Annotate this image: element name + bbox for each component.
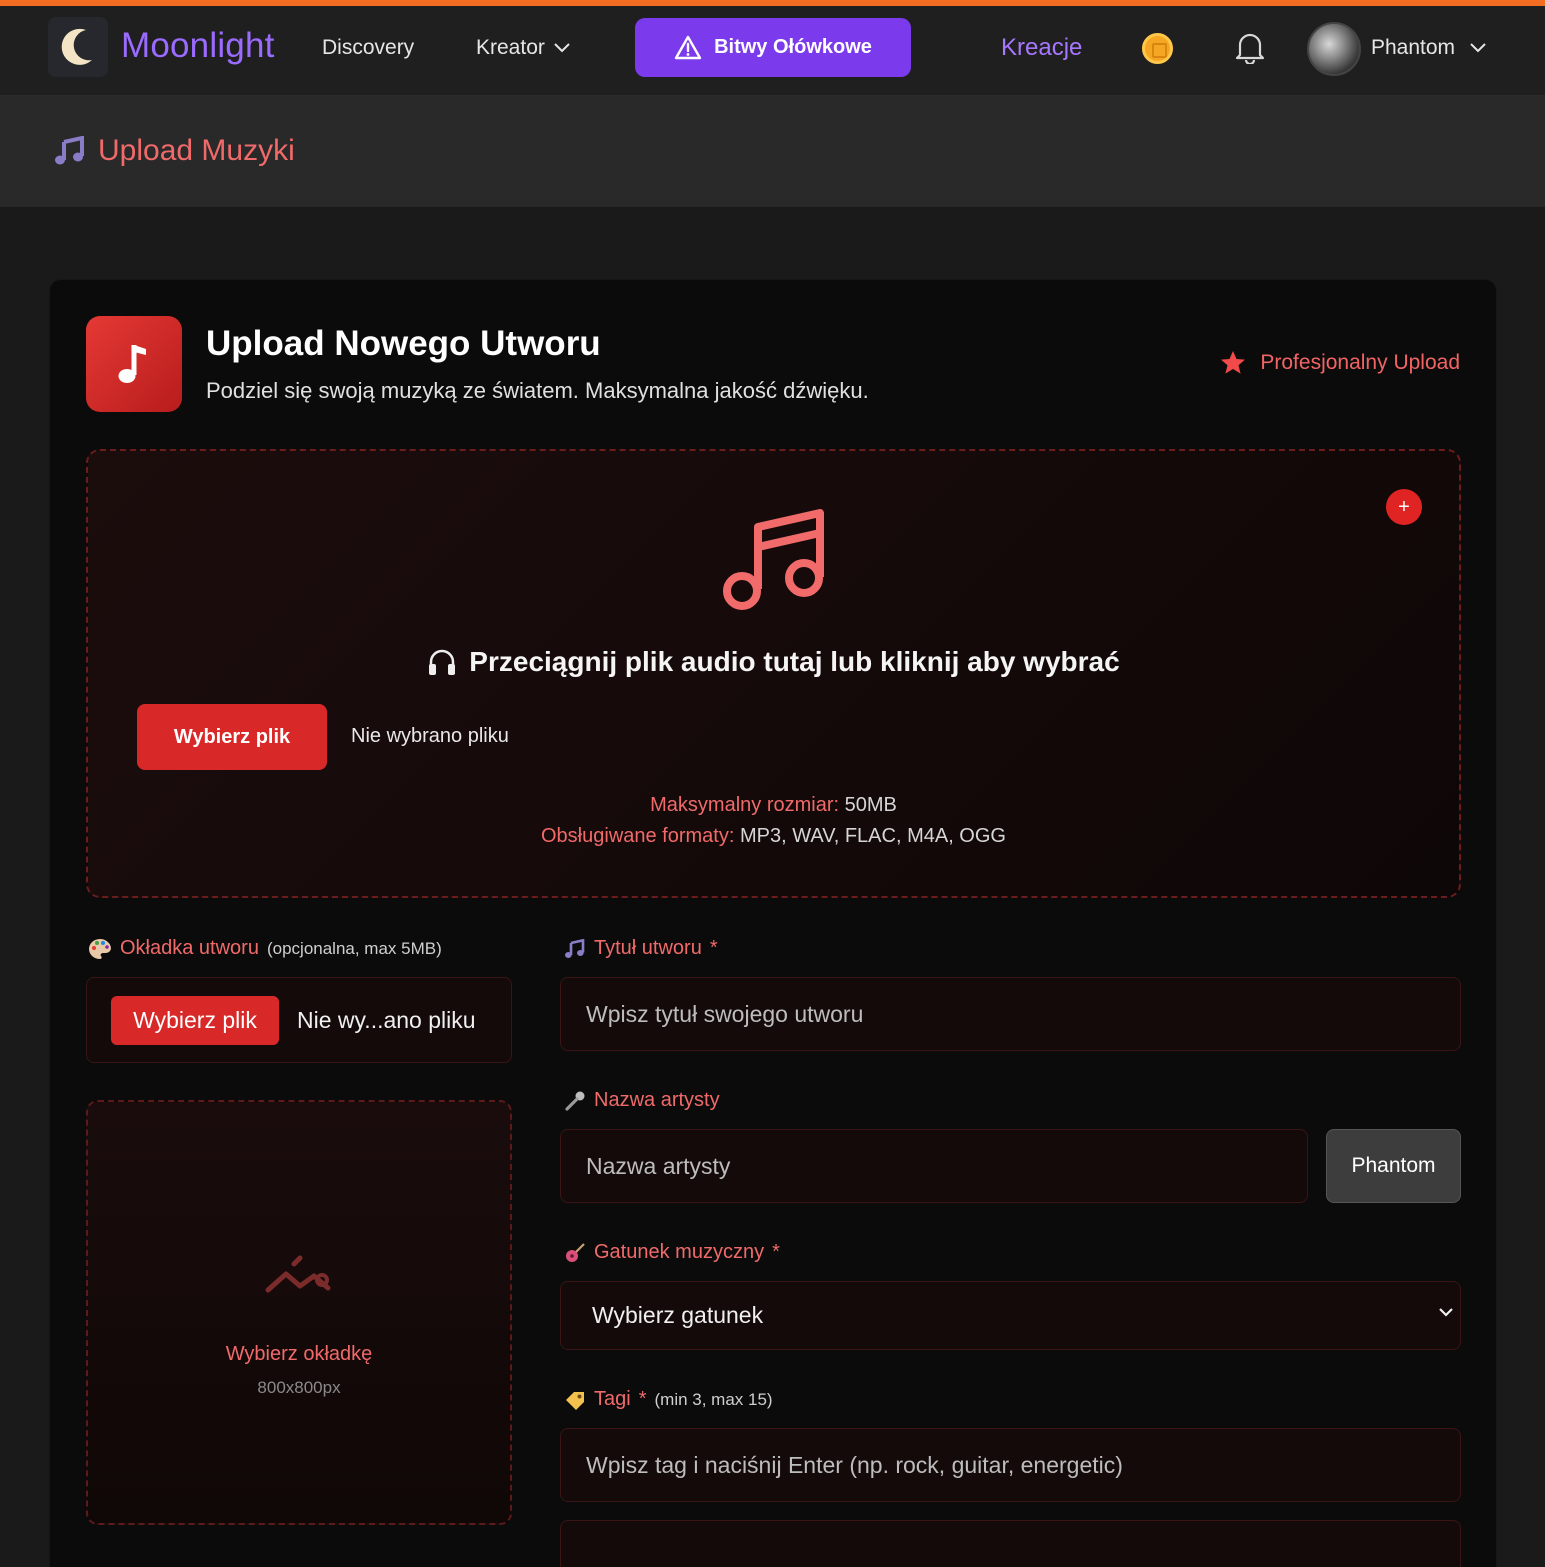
music-notes-icon xyxy=(565,938,585,958)
battles-button[interactable]: Bitwy Ołówkowe xyxy=(635,18,911,77)
nav-kreator-dropdown[interactable]: Kreator xyxy=(476,36,571,60)
choose-audio-file-button[interactable]: Wybierz plik xyxy=(137,704,327,770)
required-mark: * xyxy=(638,1388,647,1410)
tags-label-text: Tagi xyxy=(594,1388,631,1410)
card-title: Upload Nowego Utworu xyxy=(206,324,601,363)
artist-input[interactable]: Nazwa artysty xyxy=(560,1129,1308,1203)
audio-dropzone[interactable]: + Przeciągnij plik audio tutaj lub klikn… xyxy=(86,449,1461,898)
cover-label-note: (opcjonalna, max 5MB) xyxy=(266,938,442,958)
genre-label-text: Gatunek muzyczny xyxy=(594,1241,765,1263)
artist-label-text: Nazwa artysty xyxy=(594,1089,720,1111)
page-title: Upload Muzyki xyxy=(54,134,295,168)
upload-card: Upload Nowego Utworu Podziel się swoją m… xyxy=(49,279,1497,1567)
headphones-icon xyxy=(429,649,456,675)
tag-icon xyxy=(566,1391,584,1410)
logo-moon-icon[interactable] xyxy=(48,17,108,77)
battles-label: Bitwy Ołówkowe xyxy=(714,36,872,58)
genre-selected-value: Wybierz gatunek xyxy=(592,1302,764,1328)
drop-prompt-text: Przeciągnij plik audio tutaj lub kliknij… xyxy=(469,646,1120,677)
bell-icon[interactable] xyxy=(1234,30,1266,64)
use-username-button[interactable]: Phantom xyxy=(1326,1129,1461,1203)
nav-discovery[interactable]: Discovery xyxy=(322,36,414,60)
chevron-down-icon xyxy=(1439,1308,1453,1317)
choose-cover-file-button[interactable]: Wybierz plik xyxy=(111,996,279,1045)
music-notes-icon xyxy=(55,136,84,165)
pro-upload-badge: Profesjonalny Upload xyxy=(1220,350,1460,375)
cover-label: Okładka utworu (opcjonalna, max 5MB) xyxy=(88,937,442,960)
user-name: Phantom xyxy=(1371,36,1456,59)
tags-label: Tagi * (min 3, max 15) xyxy=(564,1388,773,1411)
tags-label-note: (min 3, max 15) xyxy=(654,1389,773,1409)
genre-label: Gatunek muzyczny * xyxy=(564,1241,780,1264)
audio-file-status: Nie wybrano pliku xyxy=(351,725,509,747)
add-button[interactable]: + xyxy=(1386,489,1422,525)
star-icon xyxy=(1221,351,1246,374)
title-label-text: Tytuł utworu xyxy=(594,937,702,959)
warning-icon xyxy=(674,35,702,59)
image-icon xyxy=(265,1255,331,1293)
card-subtitle: Podziel się swoją muzyką ze światem. Mak… xyxy=(206,378,869,403)
logo-text[interactable]: Moonlight xyxy=(121,26,275,66)
cover-placeholder-title: Wybierz okładkę xyxy=(225,1343,373,1365)
max-size-label: Maksymalny rozmiar: xyxy=(650,794,840,816)
cover-file-status: Nie wy...ano pliku xyxy=(297,1007,476,1033)
nav-kreator-label: Kreator xyxy=(476,36,545,59)
drop-prompt: Przeciągnij plik audio tutaj lub kliknij… xyxy=(88,646,1459,678)
cover-label-text: Okładka utworu xyxy=(120,937,259,959)
tags-input[interactable]: Wpisz tag i naciśnij Enter (np. rock, gu… xyxy=(560,1428,1461,1502)
title-input[interactable]: Wpisz tytuł swojego utworu xyxy=(560,977,1461,1051)
nav-kreacje[interactable]: Kreacje xyxy=(1001,34,1082,62)
music-note-icon xyxy=(86,316,182,412)
chevron-down-icon xyxy=(554,43,570,53)
formats-value: MP3, WAV, FLAC, M4A, OGG xyxy=(739,825,1006,847)
cover-dropzone[interactable]: Wybierz okładkę 800x800px xyxy=(86,1100,512,1525)
coin-icon[interactable] xyxy=(1142,33,1173,64)
pro-upload-label: Profesjonalny Upload xyxy=(1260,350,1460,374)
microphone-icon xyxy=(565,1091,585,1111)
artist-label: Nazwa artysty xyxy=(564,1089,720,1112)
user-menu[interactable]: Phantom xyxy=(1371,36,1487,60)
avatar[interactable] xyxy=(1307,22,1361,76)
title-label: Tytuł utworu * xyxy=(564,937,718,960)
chevron-down-icon xyxy=(1470,43,1486,53)
formats-label: Obsługiwane formaty: xyxy=(541,825,735,847)
cover-placeholder-size: 800x800px xyxy=(257,1378,341,1397)
max-size-value: 50MB xyxy=(844,794,897,816)
palette-icon xyxy=(89,938,111,959)
tags-list-area xyxy=(560,1520,1461,1567)
upload-limits: Maksymalny rozmiar: 50MB Obsługiwane for… xyxy=(88,790,1459,852)
music-note-large-icon xyxy=(723,509,824,610)
page-title-text: Upload Muzyki xyxy=(98,134,295,167)
required-mark: * xyxy=(709,937,718,959)
cover-file-input[interactable]: Wybierz plik Nie wy...ano pliku xyxy=(86,977,512,1063)
required-mark: * xyxy=(772,1241,780,1263)
page-header: Upload Muzyki xyxy=(0,96,1545,207)
genre-select[interactable]: Wybierz gatunek xyxy=(560,1281,1461,1350)
navbar: Moonlight Discovery Kreator Bitwy Ołówko… xyxy=(0,6,1545,96)
guitar-icon xyxy=(566,1242,585,1262)
